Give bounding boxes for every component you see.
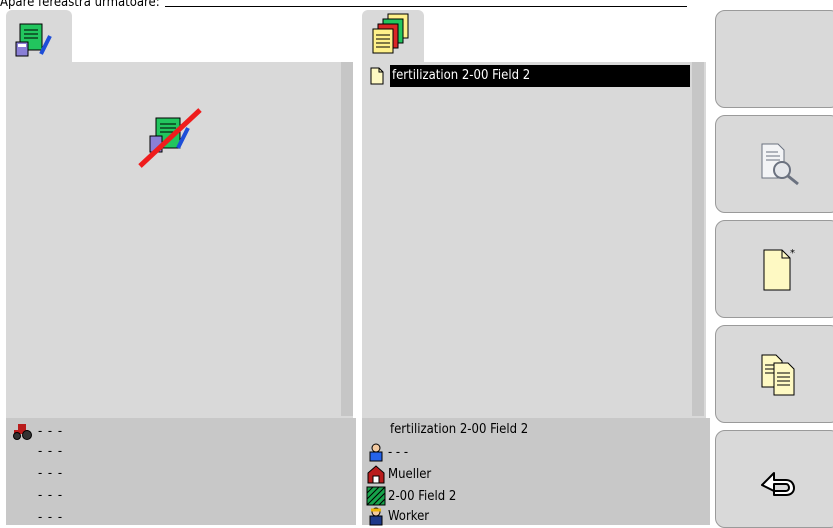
list-item-label: fertilization 2-00 Field 2 [390, 65, 690, 87]
farm-icon [367, 465, 385, 484]
left-info-row: - - - [38, 444, 64, 459]
left-list-pane [6, 62, 353, 418]
svg-text:*: * [790, 248, 795, 259]
task-list-pane [362, 62, 706, 418]
document-search-icon [761, 143, 799, 186]
softkey-new-document[interactable]: * [715, 220, 833, 318]
info-row-farm: Mueller [366, 464, 431, 484]
left-info-row: - - - [38, 424, 64, 439]
info-row-worker: Worker [366, 506, 429, 526]
softkey-document-search[interactable] [715, 115, 833, 213]
info-row-person: - - - [366, 442, 408, 462]
field-icon [366, 486, 386, 506]
field-value: 2-00 Field 2 [388, 488, 457, 504]
farm-value: Mueller [388, 466, 432, 482]
back-arrow-icon [760, 472, 795, 496]
person-icon [369, 443, 383, 462]
tab-task-calculator[interactable] [6, 10, 72, 62]
middle-info-panel: fertilization 2-00 Field 2 - - - Mueller… [362, 418, 710, 526]
page-caption: Apare fereastra următoare: [0, 0, 160, 10]
worker-value: Worker [388, 508, 430, 524]
no-task-icon [138, 108, 202, 168]
left-scrollbar[interactable] [341, 62, 353, 416]
left-info-panel: - - - - - - - - - - - - - - - [6, 418, 356, 525]
document-icon [370, 67, 384, 85]
tractor-icon [13, 424, 32, 440]
softkey-empty[interactable] [715, 10, 833, 108]
left-info-row: - - - [38, 466, 64, 481]
left-info-row: - - - [38, 488, 64, 503]
task-title: fertilization 2-00 Field 2 [390, 422, 529, 437]
tab-documents[interactable] [362, 10, 424, 62]
copy-documents-icon [761, 354, 794, 396]
info-row-field: 2-00 Field 2 [366, 486, 456, 506]
person-value: - - - [388, 444, 409, 460]
task-calculator-icon [15, 23, 52, 57]
softkey-back[interactable] [715, 430, 833, 528]
middle-scrollbar[interactable] [692, 62, 704, 416]
worker-icon [369, 507, 383, 526]
left-info-row: - - - [38, 510, 64, 525]
softkey-copy-documents[interactable] [715, 325, 833, 423]
document-stack-icon [372, 13, 409, 54]
new-document-icon: * [763, 248, 795, 291]
divider-line [165, 6, 687, 7]
